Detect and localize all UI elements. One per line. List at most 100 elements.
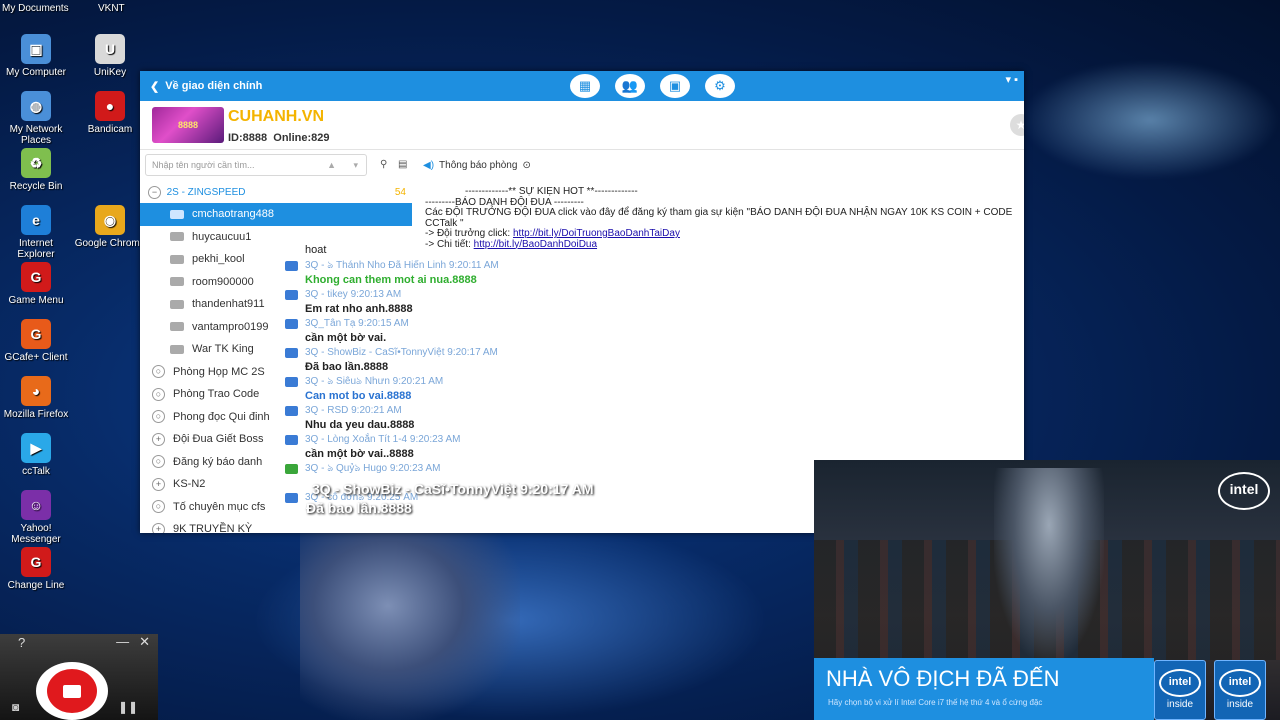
user-badge-icon bbox=[285, 464, 298, 474]
room-name: CUHANH.VN bbox=[228, 108, 324, 125]
user-badge-icon bbox=[285, 406, 298, 416]
desktop-icon-label: UniKey bbox=[93, 67, 127, 78]
back-to-main-button[interactable]: ❮ Về giao diện chính bbox=[150, 80, 262, 93]
desktop-icon-label: Game Menu bbox=[8, 295, 64, 306]
app-icon: ◉ bbox=[95, 205, 125, 235]
user-badge-icon bbox=[285, 377, 298, 387]
intel-ad-banner[interactable]: intel NHÀ VÔ ĐỊCH ĐÃ ĐẾN Hãy chọn bộ vi … bbox=[814, 460, 1280, 720]
collapse-icon: − bbox=[148, 185, 161, 199]
desktop-icon-label: Google Chrome bbox=[74, 238, 146, 249]
background-robot-art bbox=[300, 530, 520, 720]
chat-message: 3Q_Tân Tạ 9:20:15 AM cần một bờ vai. bbox=[140, 317, 820, 346]
camera-icon[interactable]: ◙ bbox=[12, 700, 19, 714]
app-icon: e bbox=[21, 205, 51, 235]
user-icon bbox=[170, 209, 184, 219]
desktop-icon-game-menu[interactable]: G Game Menu bbox=[0, 262, 72, 306]
user-icon bbox=[170, 232, 184, 242]
desktop-icon-label: Mozilla Firefox bbox=[3, 409, 69, 420]
settings-gear-icon[interactable]: ⚙ bbox=[705, 74, 735, 98]
system-announcement: -------------** SỰ KIỆN HOT **----------… bbox=[425, 187, 1013, 249]
chat-message: 3Q - ঌ Thánh Nho Đã Hiến Linh 9:20:11 AM… bbox=[140, 259, 820, 288]
desktop-icon-change-line[interactable]: G Change Line bbox=[0, 547, 72, 591]
chevron-down-icon[interactable]: ▾ bbox=[353, 155, 358, 175]
member-item[interactable]: cmchaotrang488 bbox=[140, 203, 412, 226]
minimize-button[interactable]: — bbox=[116, 634, 129, 652]
message-header: 3Q - ঌ Quỷঌ Hugo 9:20:23 AM bbox=[285, 462, 820, 476]
intel-inside-badge: intel inside bbox=[1154, 660, 1206, 720]
message-body: cần một bờ vai. bbox=[305, 332, 387, 344]
app-icon: ◍ bbox=[21, 91, 51, 121]
desktop-icon-my-computer[interactable]: ▣ My Computer bbox=[0, 34, 72, 78]
app-icon: ♻ bbox=[21, 148, 51, 178]
desktop-icon-google-chrome[interactable]: ◉ Google Chrome bbox=[74, 205, 146, 249]
chat-message: 3Q - Lòng Xoắn Tít 1-4 9:20:23 AM cần một… bbox=[140, 433, 820, 462]
pause-icon[interactable]: ❚❚ bbox=[118, 700, 138, 714]
room-header: 8888 CUHANH.VN ID:8888 Online:829 ★ bbox=[140, 101, 1024, 150]
room-thumbnail: 8888 bbox=[152, 107, 224, 143]
message-header: 3Q - ShowBiz - CaSĩ•TonnyViệt 9:20:17 AM bbox=[285, 346, 820, 360]
apps-grid-icon[interactable]: ▦ bbox=[570, 74, 600, 98]
message-header: 3Q - RSD 9:20:21 AM bbox=[285, 404, 820, 418]
message-header: 3Q - tikey 9:20:13 AM bbox=[285, 288, 820, 302]
desktop-icon-yahoo-messenger[interactable]: ☺ Yahoo! Messenger bbox=[0, 490, 72, 545]
app-icon: ▣ bbox=[21, 34, 51, 64]
user-badge-icon bbox=[285, 493, 298, 503]
desktop-icon-label: Internet Explorer bbox=[17, 238, 55, 260]
id-card-icon[interactable]: ▤ bbox=[398, 159, 407, 170]
user-badge-icon bbox=[285, 290, 298, 300]
chat-message: 3Q - tikey 9:20:13 AM Em rat nho anh.8888 bbox=[140, 288, 820, 317]
desktop-icon-label: GCafe+ Client bbox=[4, 352, 68, 363]
megaphone-icon: ◀) bbox=[423, 160, 435, 171]
desktop-icon-internet-explorer[interactable]: e Internet Explorer bbox=[0, 205, 72, 260]
message-body: Em rat nho anh.8888 bbox=[305, 303, 413, 315]
message-header: 3Q_Tân Tạ 9:20:15 AM bbox=[285, 317, 820, 331]
desktop-icon-unikey[interactable]: U UniKey bbox=[74, 34, 146, 78]
chat-message: hoat bbox=[140, 243, 820, 259]
close-button[interactable]: ✕ bbox=[139, 634, 150, 652]
desktop-vknt[interactable]: VKNT bbox=[98, 3, 125, 14]
desktop-icon-label: Bandicam bbox=[87, 124, 133, 135]
ad-headline-box: NHÀ VÔ ĐỊCH ĐÃ ĐẾN Hãy chọn bộ vi xử lí … bbox=[814, 658, 1154, 720]
toolbar-row: Nhập tên người cần tìm... ▲ ▾ ⚲ ▤ ◀) Thô… bbox=[140, 150, 1024, 180]
app-icon: ▶ bbox=[21, 433, 51, 463]
member-search-input[interactable]: Nhập tên người cần tìm... ▲ ▾ bbox=[145, 154, 367, 176]
desktop-icon-my-network-places[interactable]: ◍ My Network Places bbox=[0, 91, 72, 146]
sort-up-icon[interactable]: ▲ bbox=[327, 155, 336, 175]
app-icon: ● bbox=[95, 91, 125, 121]
favorite-star-icon[interactable]: ★ bbox=[1010, 114, 1024, 136]
room-notice-toggle[interactable]: ◀) Thông báo phòng ⊙ bbox=[423, 160, 531, 171]
location-pin-icon[interactable]: ⚲ bbox=[380, 159, 387, 170]
message-body: cần một bờ vai..8888 bbox=[305, 448, 414, 460]
message-body: Can mot bo vai.8888 bbox=[305, 390, 412, 402]
message-body: Khong can them mot ai nua.8888 bbox=[305, 274, 477, 286]
desktop-icon-mozilla-firefox[interactable]: ◕ Mozilla Firefox bbox=[0, 376, 72, 420]
chat-message: 3Q - ঌ Siêuঌ Nhưn 9:20:21 AM Can mot bo v… bbox=[140, 375, 820, 404]
intel-logo: intel bbox=[1218, 472, 1270, 510]
window-controls[interactable]: ▾ ▪ bbox=[1006, 73, 1018, 86]
app-icon: G bbox=[21, 547, 51, 577]
gift-icon[interactable]: ▣ bbox=[660, 74, 690, 98]
stop-icon bbox=[63, 684, 81, 698]
app-icon: ◕ bbox=[21, 376, 51, 406]
desktop-icon-gcafe-client[interactable]: G GCafe+ Client bbox=[0, 319, 72, 363]
message-header: 3Q - Lòng Xoắn Tít 1-4 9:20:23 AM bbox=[285, 433, 820, 447]
chat-message: 3Q - RSD 9:20:21 AM Nhu da yeu dau.8888 bbox=[140, 404, 820, 433]
desktop-icon-bandicam[interactable]: ● Bandicam bbox=[74, 91, 146, 135]
desktop-icon-recycle-bin[interactable]: ♻ Recycle Bin bbox=[0, 148, 72, 192]
desktop-my-documents[interactable]: My Documents bbox=[2, 3, 69, 14]
desktop-icon-cctalk[interactable]: ▶ ccTalk bbox=[0, 433, 72, 477]
register-link[interactable]: http://bit.ly/DoiTruongBaoDanhTaiDay bbox=[513, 228, 680, 239]
user-badge-icon bbox=[285, 261, 298, 271]
message-header: 3Q - ঌ Siêuঌ Nhưn 9:20:21 AM bbox=[285, 375, 820, 389]
desktop-icon-label: ccTalk bbox=[22, 466, 50, 477]
chevron-left-icon: ❮ bbox=[150, 80, 160, 93]
app-icon: G bbox=[21, 319, 51, 349]
room-id-online: ID:8888 Online:829 bbox=[228, 132, 330, 144]
message-body: hoat bbox=[305, 244, 327, 256]
record-stop-button[interactable] bbox=[36, 662, 108, 720]
user-badge-icon bbox=[285, 319, 298, 329]
help-button[interactable]: ? bbox=[18, 635, 25, 650]
friends-icon[interactable]: 👥 bbox=[615, 74, 645, 98]
group-header[interactable]: − 2S - ZINGSPEED 54 bbox=[140, 181, 412, 203]
user-badge-icon bbox=[285, 348, 298, 358]
